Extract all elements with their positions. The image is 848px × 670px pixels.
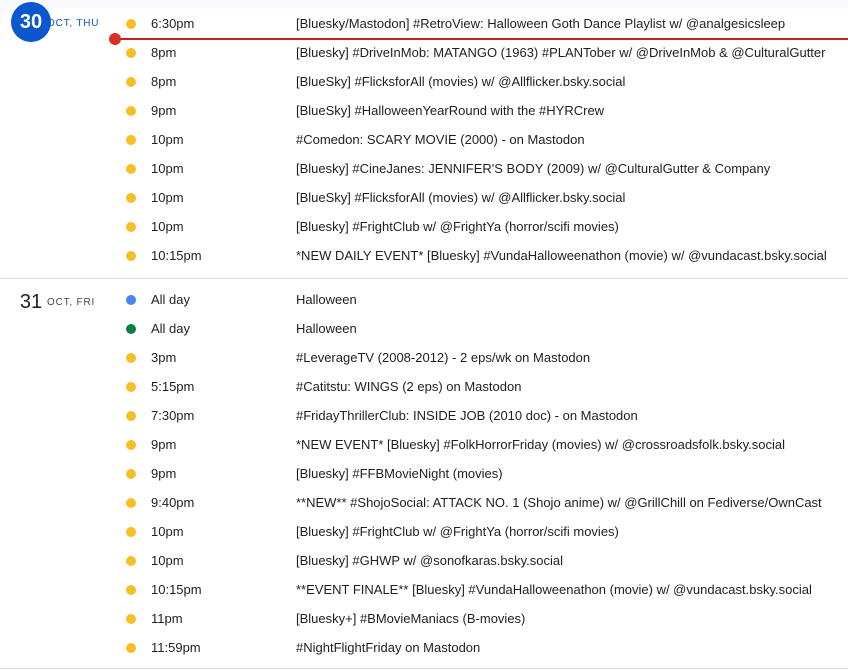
event-title: *NEW DAILY EVENT* [Bluesky] #VundaHallow… — [296, 248, 827, 263]
event-title: *NEW EVENT* [Bluesky] #FolkHorrorFriday … — [296, 437, 786, 452]
event-title: #NightFlightFriday on Mastodon — [296, 640, 481, 655]
event-title: [Bluesky] #FrightClub w/ @FrightYa (horr… — [296, 524, 619, 539]
event-time: 9pm — [151, 103, 177, 118]
event-item[interactable]: 11:59pm #NightFlightFriday on Mastodon — [0, 633, 848, 662]
event-title: [BlueSky] #FlicksforAll (movies) w/ @All… — [296, 74, 626, 89]
event-time: 9pm — [151, 437, 177, 452]
event-title: [Bluesky] #CineJanes: JENNIFER'S BODY (2… — [296, 161, 771, 176]
event-item[interactable]: All day Halloween — [0, 314, 848, 343]
event-time: 8pm — [151, 45, 177, 60]
event-time: 10pm — [151, 190, 184, 205]
calendar-color-dot-icon — [126, 221, 136, 232]
calendar-color-dot-icon — [126, 584, 136, 595]
event-time: 11pm — [151, 611, 183, 626]
calendar-color-dot-icon — [126, 76, 136, 87]
event-time: 10:15pm — [151, 248, 202, 263]
event-item[interactable]: 9:40pm **NEW** #ShojoSocial: ATTACK NO. 1… — [0, 488, 848, 517]
event-title: **EVENT FINALE** [Bluesky] #VundaHallowe… — [296, 582, 812, 597]
event-item[interactable]: 9pm [Bluesky] #FFBMovieNight (movies) — [0, 459, 848, 488]
event-item[interactable]: 8pm [Bluesky] #DriveInMob: MATANGO (1963)… — [0, 38, 848, 67]
event-title: [BlueSky] #HalloweenYearRound with the #… — [296, 103, 605, 118]
event-time: 10pm — [151, 132, 184, 147]
calendar-color-dot-icon — [126, 381, 136, 392]
calendar-color-dot-icon — [126, 192, 136, 203]
event-title: [Bluesky] #FrightClub w/ @FrightYa (horr… — [296, 219, 619, 234]
event-item[interactable]: 3pm #LeverageTV (2008-2012) - 2 eps/wk on… — [0, 343, 848, 372]
calendar-color-dot-icon — [126, 468, 136, 479]
event-title: [Bluesky] #FFBMovieNight (movies) — [296, 466, 503, 481]
event-time: 3pm — [151, 350, 177, 365]
event-time: 7:30pm — [151, 408, 195, 423]
event-time: 9pm — [151, 466, 177, 481]
current-time-indicator — [109, 33, 848, 45]
calendar-color-dot-icon — [126, 134, 136, 145]
event-time: 6:30pm — [151, 16, 195, 31]
event-item[interactable]: 5:15pm #Catitstu: WINGS (2 eps) on Mastod… — [0, 372, 848, 401]
event-time: 10pm — [151, 161, 184, 176]
event-item[interactable]: 6:30pm [Bluesky/Mastodon] #RetroView: Hal… — [0, 9, 848, 38]
event-title: [Bluesky+] #BMovieManiacs (B-movies) — [296, 611, 526, 626]
event-title: Halloween — [296, 292, 357, 307]
event-item[interactable]: 9pm *NEW EVENT* [Bluesky] #FolkHorrorFrid… — [0, 430, 848, 459]
event-item[interactable]: 10pm [Bluesky] #GHWP w/ @sonofkaras.bsky.… — [0, 546, 848, 575]
event-item[interactable]: All day Halloween — [0, 285, 848, 314]
event-time: 10pm — [151, 553, 184, 568]
event-list: All day Halloween All day Halloween 3pm #Leve… — [0, 285, 848, 662]
calendar-color-dot-icon — [126, 497, 136, 508]
event-time: 10:15pm — [151, 582, 202, 597]
calendar-color-dot-icon — [126, 526, 136, 537]
event-time: All day — [151, 292, 191, 307]
event-time: 8pm — [151, 74, 177, 89]
event-item[interactable]: 10pm [Bluesky] #CineJanes: JENNIFER'S BOD… — [0, 154, 848, 183]
event-time: 9:40pm — [151, 495, 195, 510]
event-title: #FridayThrillerClub: INSIDE JOB (2010 do… — [296, 408, 638, 423]
event-time: 11:59pm — [151, 640, 201, 655]
calendar-color-dot-icon — [126, 642, 136, 653]
event-item[interactable]: 11pm [Bluesky+] #BMovieManiacs (B-movies) — [0, 604, 848, 633]
event-title: [Bluesky/Mastodon] #RetroView: Halloween… — [296, 16, 786, 31]
event-time: 10pm — [151, 524, 184, 539]
event-title: [Bluesky] #DriveInMob: MATANGO (1963) #P… — [296, 45, 826, 60]
event-title: Halloween — [296, 321, 357, 336]
calendar-color-dot-icon — [126, 323, 136, 334]
event-item[interactable]: 10pm [BlueSky] #FlicksforAll (movies) w/ … — [0, 183, 848, 212]
event-title: #LeverageTV (2008-2012) - 2 eps/wk on Ma… — [296, 350, 591, 365]
event-title: **NEW** #ShojoSocial: ATTACK NO. 1 (Shoj… — [296, 495, 822, 510]
event-title: #Catitstu: WINGS (2 eps) on Mastodon — [296, 379, 522, 394]
calendar-color-dot-icon — [126, 47, 136, 58]
event-item[interactable]: 10:15pm **EVENT FINALE** [Bluesky] #Vunda… — [0, 575, 848, 604]
event-time: 5:15pm — [151, 379, 195, 394]
event-item[interactable]: 10pm #Comedon: SCARY MOVIE (2000) - on Ma… — [0, 125, 848, 154]
calendar-color-dot-icon — [126, 105, 136, 116]
event-time: All day — [151, 321, 191, 336]
day-section-31: 31 Oct, Fri All day Halloween All day Hallo… — [0, 279, 848, 669]
event-item[interactable]: 10pm [Bluesky] #FrightClub w/ @FrightYa (… — [0, 212, 848, 241]
event-item[interactable]: 8pm [BlueSky] #FlicksforAll (movies) w/ @… — [0, 67, 848, 96]
event-time: 10pm — [151, 219, 184, 234]
event-title: #Comedon: SCARY MOVIE (2000) - on Mastod… — [296, 132, 585, 147]
event-list: 6:30pm [Bluesky/Mastodon] #RetroView: Hal… — [0, 9, 848, 270]
calendar-color-dot-icon — [126, 163, 136, 174]
event-item[interactable]: 10:15pm *NEW DAILY EVENT* [Bluesky] #Vund… — [0, 241, 848, 270]
calendar-color-dot-icon — [126, 294, 136, 305]
calendar-color-dot-icon — [126, 18, 136, 29]
event-item[interactable]: 7:30pm #FridayThrillerClub: INSIDE JOB (2… — [0, 401, 848, 430]
calendar-color-dot-icon — [126, 352, 136, 363]
event-item[interactable]: 9pm [BlueSky] #HalloweenYearRound with th… — [0, 96, 848, 125]
calendar-color-dot-icon — [126, 439, 136, 450]
schedule-view: 30 Oct, Thu 6:30pm [Bluesky/Mastodon] #Re… — [0, 2, 848, 670]
calendar-color-dot-icon — [126, 613, 136, 624]
calendar-color-dot-icon — [126, 555, 136, 566]
event-title: [Bluesky] #GHWP w/ @sonofkaras.bsky.soci… — [296, 553, 564, 568]
day-section-30: 30 Oct, Thu 6:30pm [Bluesky/Mastodon] #Re… — [0, 2, 848, 279]
event-item[interactable]: 10pm [Bluesky] #FrightClub w/ @FrightYa (… — [0, 517, 848, 546]
calendar-color-dot-icon — [126, 410, 136, 421]
event-title: [BlueSky] #FlicksforAll (movies) w/ @All… — [296, 190, 626, 205]
calendar-color-dot-icon — [126, 250, 136, 261]
